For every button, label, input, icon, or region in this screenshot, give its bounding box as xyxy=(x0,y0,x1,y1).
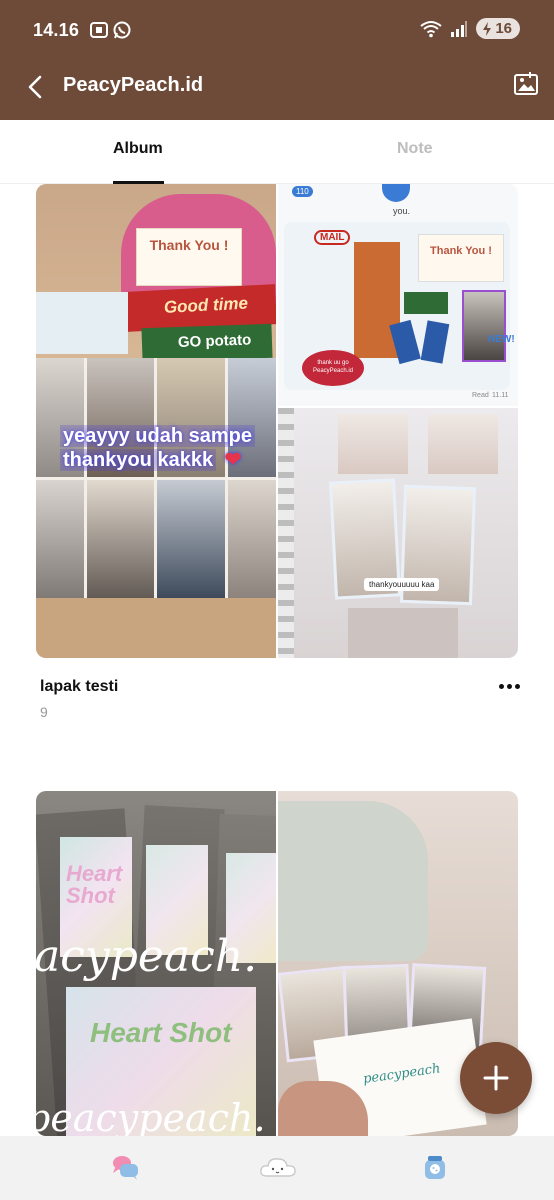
binder-rings xyxy=(278,408,294,658)
chat-read-receipt: Read xyxy=(472,392,489,399)
mini-thank-card: Thank You ! xyxy=(418,234,504,282)
chips-pack: GO potato xyxy=(141,323,273,363)
battery-level: 16 xyxy=(495,20,512,37)
album-photo-count: 9 xyxy=(40,704,48,720)
tab-note[interactable]: Note xyxy=(397,140,433,158)
chevron-left-icon[interactable] xyxy=(20,70,54,104)
chat-image-bubble: MAIL Thank You ! NEW! thank uu go PeacyP… xyxy=(284,222,515,390)
status-bar: 14.16 16 xyxy=(0,0,554,60)
chat-back-badge: 110 xyxy=(292,186,313,197)
binder-sticker: thankyouuuuu kaa xyxy=(364,578,440,591)
whatsapp-icon xyxy=(113,21,131,39)
chat-bubbles-icon[interactable] xyxy=(110,1152,140,1182)
album-photo-2[interactable]: 110 you. MAIL Thank You ! NEW! thank uu … xyxy=(278,184,518,406)
signal-icon xyxy=(451,20,468,37)
chat-avatar xyxy=(382,184,410,202)
album-photo-3[interactable]: thankyouuuuu kaa xyxy=(278,408,518,658)
album-photo-1[interactable]: Thank You ! Good time GO potato yeayyy u… xyxy=(36,184,276,658)
wifi-icon xyxy=(420,20,442,37)
thanks-sticker: thank uu go PeacyPeach.id xyxy=(302,350,364,386)
more-options-icon[interactable] xyxy=(488,674,520,698)
album-name[interactable]: lapak testi xyxy=(40,678,118,696)
gallery-icon[interactable] xyxy=(512,70,540,98)
add-button[interactable] xyxy=(460,1042,532,1114)
chat-timestamp: 11.11 xyxy=(492,392,509,399)
cloud-icon[interactable] xyxy=(258,1152,298,1182)
sticker-sheet xyxy=(36,292,128,354)
chat-name: you. xyxy=(393,206,411,216)
bottom-navigation xyxy=(0,1136,554,1200)
navigation-bar: PeacyPeach.id xyxy=(0,60,554,120)
photocard-grid xyxy=(36,358,276,598)
photo-caption-overlay: yeayyy udah sampe thankyou kakkk ❤ xyxy=(60,424,255,472)
watermark-text-2: peacypeach. xyxy=(36,1096,266,1136)
album-photo-4[interactable]: Heart Shot Heart Shot acypeach. peacypea… xyxy=(36,791,276,1136)
status-time: 14.16 xyxy=(33,20,80,40)
heart-icon: ❤ xyxy=(224,449,242,471)
page-title: PeacyPeach.id xyxy=(63,74,204,96)
album-info[interactable]: lapak testi 9 xyxy=(40,678,520,728)
table-surface xyxy=(36,598,276,658)
plus-icon xyxy=(483,1065,509,1091)
cookie-jar-icon[interactable] xyxy=(420,1152,450,1182)
thank-you-card: Thank You ! xyxy=(136,228,242,286)
screenshot-icon xyxy=(90,22,108,38)
watermark-text: acypeach. xyxy=(36,931,258,982)
tab-album[interactable]: Album xyxy=(113,140,163,158)
battery-indicator: 16 xyxy=(476,18,520,39)
battery-icon xyxy=(483,21,492,36)
album-cover-2[interactable]: Heart Shot Heart Shot acypeach. peacypea… xyxy=(36,791,518,1136)
app-header: 14.16 16 PeacyPeach.id xyxy=(0,0,554,120)
chair-background xyxy=(278,801,428,961)
album-note-tabs: Album Note xyxy=(0,120,554,184)
album-cover-lapak-testi[interactable]: Thank You ! Good time GO potato yeayyy u… xyxy=(36,184,518,658)
